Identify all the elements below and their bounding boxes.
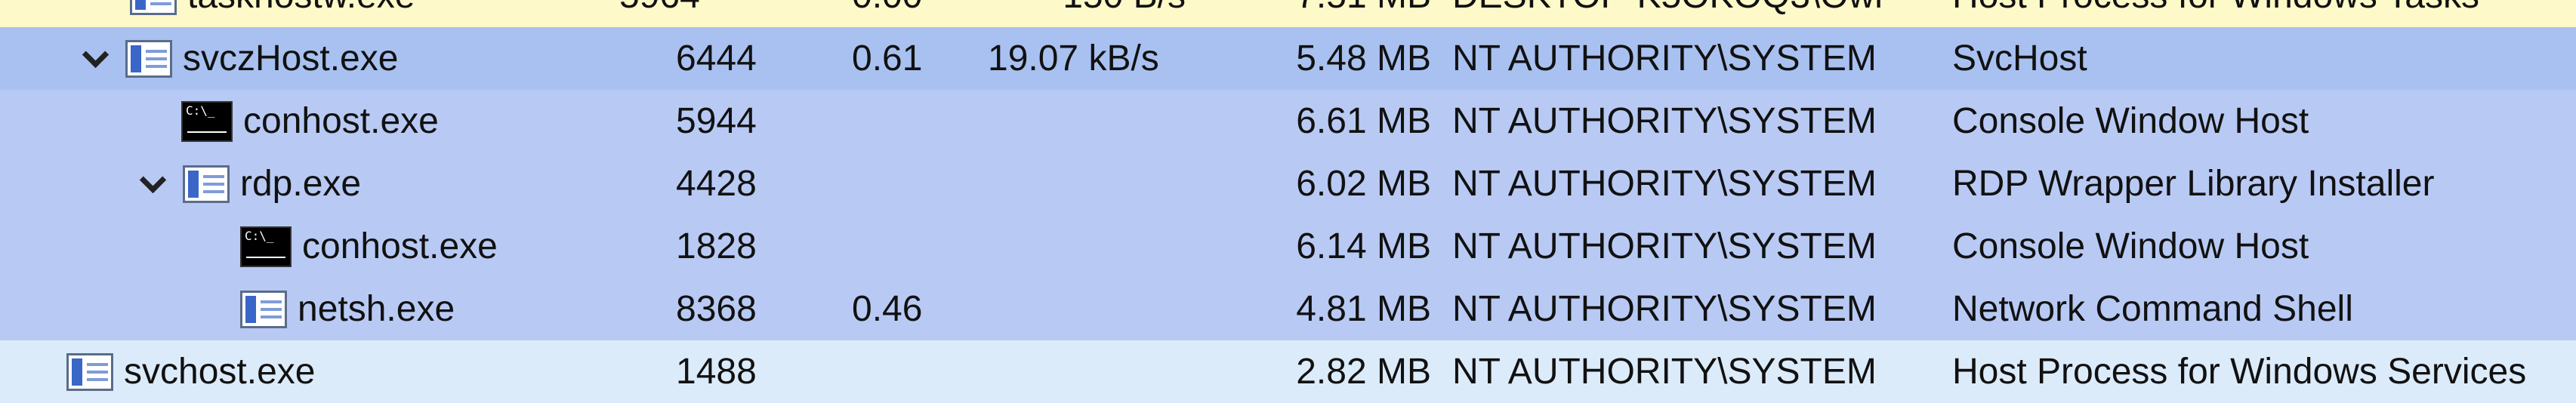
cpu-cell: 0.61: [852, 38, 923, 78]
pid-cell: 6444: [676, 38, 757, 78]
process-name: svchost.exe: [124, 352, 316, 392]
description-cell: Network Command Shell: [1952, 289, 2353, 329]
memory-cell: 4.81 MB: [1296, 289, 1431, 329]
process-name: rdp.exe: [240, 164, 362, 204]
process-name: conhost.exe: [243, 101, 439, 141]
description-cell: Host Process for Windows Services: [1952, 352, 2527, 392]
pid-cell: 5944: [676, 101, 757, 141]
user-cell: NT AUTHORITY\SYSTEM: [1452, 38, 1877, 78]
application-icon: [130, 0, 177, 15]
chevron-down-icon[interactable]: [79, 42, 112, 75]
description-cell: Console Window Host: [1952, 226, 2309, 266]
process-name: conhost.exe: [302, 226, 498, 266]
cpu-cell: 0.00: [852, 0, 922, 27]
user-cell: NT AUTHORITY\SYSTEM: [1452, 101, 1877, 141]
table-row-selected[interactable]: svczHost.exe 6444 0.61 19.07 kB/s 5.48 M…: [0, 27, 2576, 90]
memory-cell: 6.61 MB: [1296, 101, 1431, 141]
chevron-down-icon[interactable]: [136, 168, 169, 201]
user-cell: NT AUTHORITY\SYSTEM: [1452, 352, 1877, 392]
application-icon: [183, 165, 230, 203]
process-name: netsh.exe: [298, 289, 455, 329]
user-cell: NT AUTHORITY\SYSTEM: [1452, 289, 1877, 329]
pid-cell: 8368: [676, 289, 757, 329]
application-icon: [125, 39, 172, 78]
user-cell: DESKTOP-K5OKOQ3\Owi: [1452, 0, 1943, 27]
table-row[interactable]: C:\_ conhost.exe 5944 6.61 MB NT AUTHORI…: [0, 90, 2576, 152]
table-row[interactable]: taskhostw.exe 5964 0.00 150 B/s 7.51 MB …: [0, 0, 2576, 27]
cpu-cell: 0.46: [852, 289, 923, 329]
process-name: svczHost.exe: [183, 38, 399, 78]
memory-cell: 7.51 MB: [1178, 0, 1431, 27]
application-icon: [240, 290, 287, 328]
process-name: taskhostw.exe: [187, 0, 415, 17]
memory-cell: 6.14 MB: [1296, 226, 1431, 266]
table-row[interactable]: rdp.exe 4428 6.02 MB NT AUTHORITY\SYSTEM…: [0, 152, 2576, 215]
memory-cell: 6.02 MB: [1296, 164, 1431, 204]
pid-cell: 1828: [676, 226, 757, 266]
user-cell: NT AUTHORITY\SYSTEM: [1452, 226, 1877, 266]
pid-cell: 4428: [676, 164, 757, 204]
application-icon: [66, 352, 113, 391]
description-cell: Console Window Host: [1952, 101, 2309, 141]
console-icon: C:\_: [181, 100, 233, 142]
table-row[interactable]: svchost.exe 1488 2.82 MB NT AUTHORITY\SY…: [0, 340, 2576, 403]
description-cell: SvcHost: [1952, 38, 2087, 78]
memory-cell: 2.82 MB: [1296, 352, 1431, 392]
description-cell: RDP Wrapper Library Installer: [1952, 164, 2435, 204]
user-cell: NT AUTHORITY\SYSTEM: [1452, 164, 1877, 204]
pid-cell: 1488: [676, 352, 757, 392]
network-cell: 19.07 kB/s: [988, 38, 1159, 78]
console-icon: C:\_: [240, 226, 292, 267]
table-row[interactable]: netsh.exe 8368 0.46 4.81 MB NT AUTHORITY…: [0, 278, 2576, 340]
description-cell: Host Process for Windows Tasks: [1952, 0, 2479, 27]
pid-cell: 5964: [619, 0, 770, 27]
network-cell: 150 B/s: [944, 0, 1186, 27]
table-row[interactable]: C:\_ conhost.exe 1828 6.14 MB NT AUTHORI…: [0, 215, 2576, 278]
memory-cell: 5.48 MB: [1296, 38, 1431, 78]
